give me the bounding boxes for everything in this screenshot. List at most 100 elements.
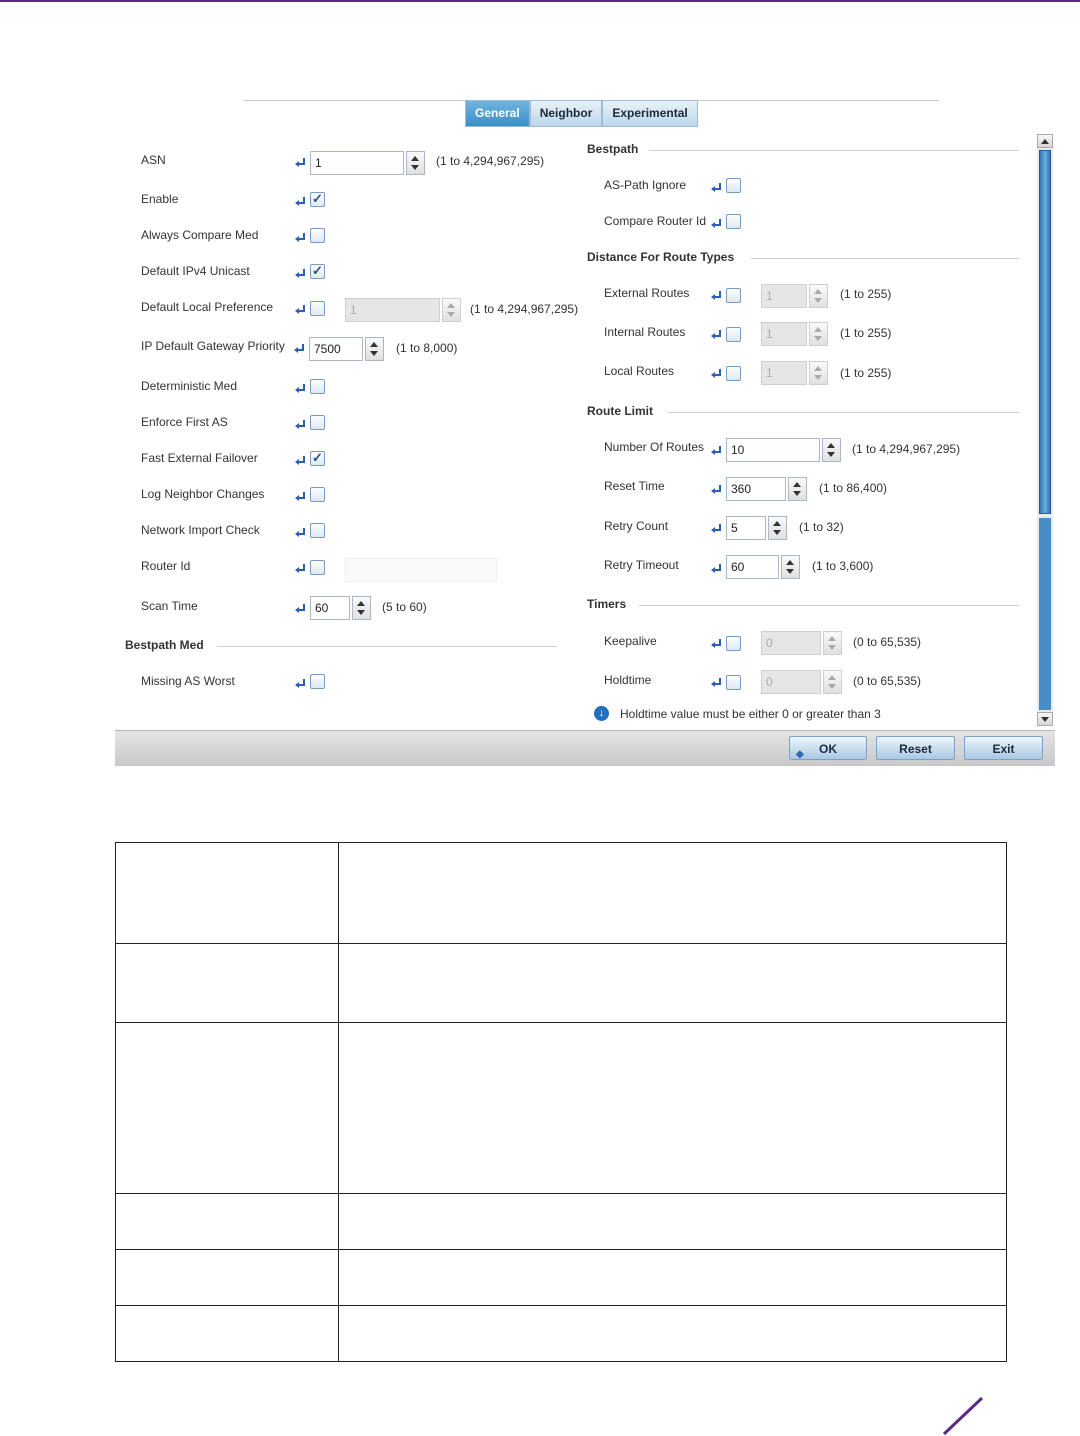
scan-time-spinner[interactable]: 60	[310, 596, 371, 620]
info-down-arrow-icon: ↓	[594, 706, 609, 721]
override-pin-icon[interactable]	[294, 678, 308, 690]
reset-time-spinner[interactable]: 360	[726, 477, 807, 501]
local-routes-checkbox[interactable]	[726, 366, 741, 381]
deterministic-med-checkbox[interactable]	[310, 379, 325, 394]
table-row	[115, 943, 1007, 1023]
spinner-down-icon[interactable]	[370, 351, 378, 356]
as-path-ignore-checkbox[interactable]	[726, 178, 741, 193]
override-pin-icon[interactable]	[294, 232, 308, 244]
spinner-up-icon[interactable]	[357, 601, 365, 606]
spinner-down-icon[interactable]	[411, 165, 419, 170]
spinner-down-icon[interactable]	[786, 569, 794, 574]
asn-spinner[interactable]: 1	[310, 151, 425, 175]
log-neighbor-changes-checkbox[interactable]	[310, 487, 325, 502]
router-id-checkbox[interactable]	[310, 560, 325, 575]
scroll-down-button[interactable]	[1037, 712, 1053, 726]
tab-neighbor[interactable]: Neighbor	[529, 100, 603, 127]
compare-router-id-checkbox[interactable]	[726, 214, 741, 229]
spinner-buttons[interactable]	[768, 516, 787, 540]
fast-external-failover-checkbox[interactable]: ✓	[310, 451, 325, 466]
override-pin-icon[interactable]	[710, 445, 724, 457]
internal-routes-checkbox[interactable]	[726, 327, 741, 342]
enforce-first-as-label: Enforce First AS	[141, 415, 228, 429]
external-routes-checkbox[interactable]	[726, 288, 741, 303]
spinner-up-icon[interactable]	[411, 156, 419, 161]
override-pin-icon[interactable]	[294, 603, 308, 615]
override-pin-icon[interactable]	[294, 563, 308, 575]
spinner-up-icon[interactable]	[370, 342, 378, 347]
asn-range: (1 to 4,294,967,295)	[436, 154, 545, 168]
table-cell	[338, 842, 1007, 944]
override-pin-icon[interactable]	[294, 383, 308, 395]
router-id-input	[345, 558, 497, 582]
override-pin-icon[interactable]	[710, 218, 724, 230]
override-pin-icon[interactable]	[294, 196, 308, 208]
enable-checkbox[interactable]: ✓	[310, 192, 325, 207]
scrollbar-track[interactable]	[1039, 518, 1051, 710]
override-pin-icon[interactable]	[710, 368, 724, 380]
spinner-buttons[interactable]	[365, 337, 384, 361]
override-pin-icon[interactable]	[710, 290, 724, 302]
retry-count-spinner[interactable]: 5	[726, 516, 787, 540]
holdtime-checkbox[interactable]	[726, 675, 741, 690]
enable-label: Enable	[141, 192, 179, 206]
keepalive-checkbox[interactable]	[726, 636, 741, 651]
exit-button[interactable]: Exit	[964, 736, 1043, 760]
page-top-rule	[0, 0, 1080, 2]
missing-as-worst-checkbox[interactable]	[310, 674, 325, 689]
spinner-up-icon[interactable]	[793, 482, 801, 487]
override-pin-icon[interactable]	[710, 638, 724, 650]
override-pin-icon[interactable]	[710, 484, 724, 496]
brand-slash-mark	[942, 1396, 984, 1436]
network-import-check-checkbox[interactable]	[310, 523, 325, 538]
default-ipv4-unicast-checkbox[interactable]: ✓	[310, 264, 325, 279]
tab-experimental[interactable]: Experimental	[602, 100, 698, 127]
section-divider	[649, 150, 1019, 151]
tab-general[interactable]: General	[465, 100, 530, 127]
override-pin-icon[interactable]	[293, 343, 307, 355]
override-pin-icon[interactable]	[710, 677, 724, 689]
spinner-up-icon[interactable]	[773, 521, 781, 526]
always-compare-med-checkbox[interactable]	[310, 228, 325, 243]
spinner-up-icon[interactable]	[786, 560, 794, 565]
spinner-up-icon	[814, 327, 822, 332]
reset-button[interactable]: Reset	[876, 736, 955, 760]
override-pin-icon[interactable]	[294, 304, 308, 316]
spinner-buttons[interactable]	[406, 151, 425, 175]
override-pin-icon[interactable]	[294, 455, 308, 467]
internal-routes-value: 1	[766, 327, 773, 341]
spinner-down-icon[interactable]	[773, 530, 781, 535]
vertical-scrollbar[interactable]	[1037, 134, 1053, 726]
spinner-buttons[interactable]	[352, 596, 371, 620]
scroll-up-button[interactable]	[1037, 134, 1053, 148]
override-pin-icon[interactable]	[294, 157, 308, 169]
spinner-buttons[interactable]	[788, 477, 807, 501]
override-pin-icon[interactable]	[294, 527, 308, 539]
internal-routes-range: (1 to 255)	[840, 326, 892, 340]
override-pin-icon[interactable]	[710, 329, 724, 341]
override-pin-icon[interactable]	[294, 419, 308, 431]
spinner-down-icon[interactable]	[793, 491, 801, 496]
override-pin-icon[interactable]	[294, 268, 308, 280]
override-pin-icon[interactable]	[294, 491, 308, 503]
ok-button[interactable]: ◆ OK	[789, 736, 867, 760]
override-pin-icon[interactable]	[710, 523, 724, 535]
spinner-down-icon[interactable]	[827, 452, 835, 457]
retry-timeout-spinner[interactable]: 60	[726, 555, 800, 579]
scrollbar-thumb[interactable]	[1039, 150, 1051, 514]
override-pin-icon[interactable]	[710, 563, 724, 575]
spinner-down-icon[interactable]	[357, 610, 365, 615]
override-pin-icon[interactable]	[710, 182, 724, 194]
ip-default-gateway-priority-spinner[interactable]: 7500	[309, 337, 384, 361]
spinner-buttons[interactable]	[822, 438, 841, 462]
spinner-buttons[interactable]	[781, 555, 800, 579]
bestpath-med-heading: Bestpath Med	[125, 638, 204, 652]
number-of-routes-spinner[interactable]: 10	[726, 438, 841, 462]
enforce-first-as-checkbox[interactable]	[310, 415, 325, 430]
default-local-preference-checkbox[interactable]	[310, 301, 325, 316]
spinner-buttons	[809, 284, 828, 308]
number-of-routes-range: (1 to 4,294,967,295)	[852, 442, 961, 456]
spinner-buttons	[442, 298, 461, 322]
scroll-up-icon	[1041, 139, 1049, 144]
spinner-up-icon[interactable]	[827, 443, 835, 448]
